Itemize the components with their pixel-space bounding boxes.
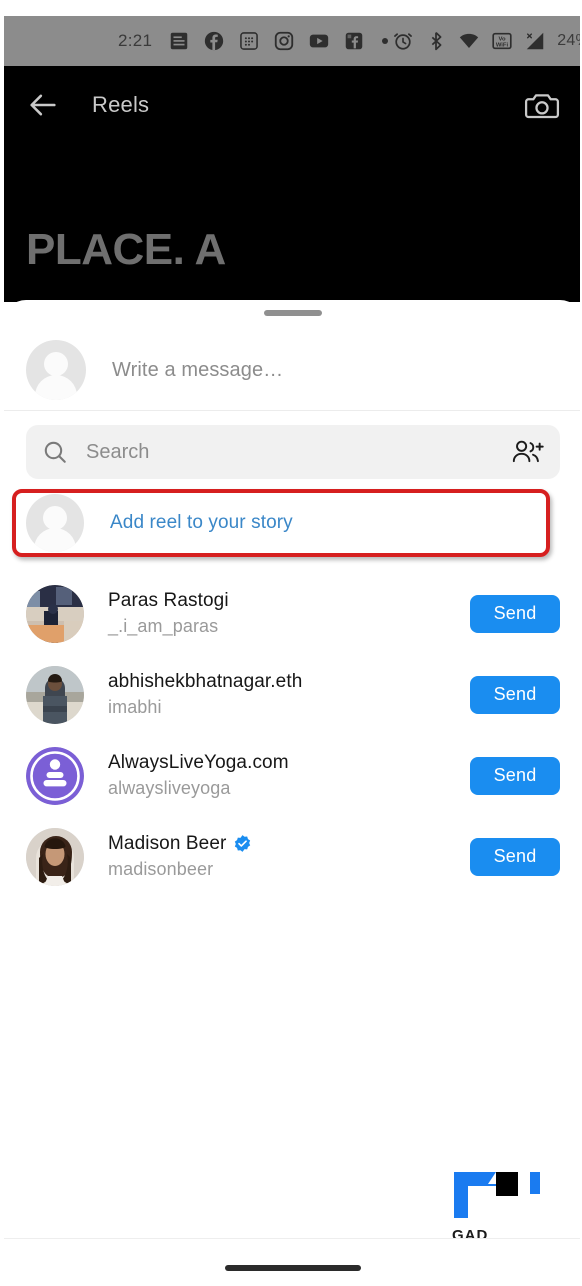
battery-percent-label: 24% [557,32,580,49]
wifi-icon [460,33,479,48]
contact-avatar [26,665,84,724]
contact-name: AlwaysLiveYoga.com [108,751,470,775]
sheet-drag-handle[interactable] [264,310,322,316]
message-input-placeholder[interactable]: Write a message… [112,359,283,382]
contact-name-label: AlwaysLiveYoga.com [108,751,289,773]
contact-name-label: Paras Rastogi [108,589,229,611]
contact-name-label: Madison Beer [108,832,227,854]
contact-row[interactable]: Madison Beer madisonbeer Send [4,816,580,897]
reel-caption-text: PLACE. A [26,225,226,274]
instagram-icon [275,31,294,51]
contact-avatar [26,746,84,805]
keypad-icon [240,32,259,50]
contact-name-label: abhishekbhatnagar.eth [108,670,303,692]
home-gesture-pill[interactable] [225,1264,361,1271]
contact-list: Paras Rastogi _.i_am_paras Send abhishek… [4,573,580,897]
youtube-icon [310,34,329,48]
bottom-navigation-bar [4,1238,580,1282]
search-input-placeholder[interactable]: Search [86,441,512,464]
status-bar: 2:21 Vo WiFi 24 [4,16,580,66]
add-reel-to-story-row[interactable]: Add reel to your story [26,491,560,555]
reel-video-background: Reels PLACE. A [4,66,580,302]
gad-watermark-logo: GAD [452,1172,540,1244]
contact-row[interactable]: abhishekbhatnagar.eth imabhi Send [4,654,580,735]
add-to-story-wrapper: Add reel to your story [4,489,580,557]
contact-name: abhishekbhatnagar.eth [108,670,470,694]
svg-text:Vo: Vo [499,36,506,42]
contact-avatar [26,584,84,643]
contact-text: AlwaysLiveYoga.com alwaysliveyoga [108,751,470,800]
story-avatar [26,494,84,552]
contact-text: abhishekbhatnagar.eth imabhi [108,670,470,719]
contact-avatar [26,827,84,886]
contact-text: Madison Beer madisonbeer [108,832,470,881]
svg-text:WiFi: WiFi [496,43,509,49]
contact-row[interactable]: AlwaysLiveYoga.com alwaysliveyoga Send [4,735,580,816]
camera-icon[interactable] [524,87,560,123]
back-arrow-icon[interactable] [26,88,60,122]
status-bar-notification-icons [168,30,392,52]
send-button[interactable]: Send [470,594,560,633]
yoga-logo-icon [26,746,84,805]
phone-screenshot: 2:21 Vo WiFi 24 Reels PLACE. A Write a m… [0,0,582,1286]
add-people-icon[interactable] [512,438,544,466]
send-button[interactable]: Send [470,675,560,714]
share-bottom-sheet: Write a message… Search Add reel to your… [4,300,580,1284]
search-row: Search [4,411,580,491]
write-message-row[interactable]: Write a message… [4,330,580,410]
search-field[interactable]: Search [26,425,560,479]
send-button[interactable]: Send [470,756,560,795]
page-title: Reels [92,92,150,117]
messages-icon [171,32,188,50]
alarm-icon [394,33,413,50]
contact-handle: _.i_am_paras [108,615,219,636]
verified-badge-icon [235,835,251,853]
contact-handle: alwaysliveyoga [108,777,231,798]
facebook-icon [205,31,224,51]
bluetooth-icon [432,31,442,51]
contact-handle: madisonbeer [108,858,214,879]
contact-name: Paras Rastogi [108,589,470,613]
reels-header: Reels [4,74,580,136]
signal-icon [527,32,544,50]
search-icon [44,441,66,463]
contact-handle: imabhi [108,696,162,717]
status-bar-clock: 2:21 [118,31,153,50]
current-user-avatar [26,340,86,400]
status-bar-system-icons: Vo WiFi 24% [392,30,580,52]
contact-name: Madison Beer [108,832,470,856]
send-button[interactable]: Send [470,837,560,876]
overflow-dot-icon [382,38,389,44]
facebook-messenger-icon [346,32,363,50]
contact-row[interactable]: Paras Rastogi _.i_am_paras Send [4,573,580,654]
volte-wifi-icon: Vo WiFi [492,32,512,50]
add-reel-to-story-label: Add reel to your story [110,512,293,533]
contact-text: Paras Rastogi _.i_am_paras [108,589,470,638]
